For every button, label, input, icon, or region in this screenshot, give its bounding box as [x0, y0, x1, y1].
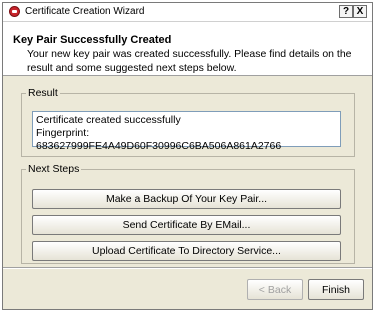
finish-button[interactable]: Finish: [308, 279, 364, 300]
fingerprint-text: Fingerprint: 683627999FE4A49D60F30996C6B…: [36, 127, 282, 152]
next-steps-group: Next Steps Make a Backup Of Your Key Pai…: [21, 163, 355, 264]
wizard-header: Key Pair Successfully Created Your new k…: [3, 22, 372, 76]
backup-key-pair-button[interactable]: Make a Backup Of Your Key Pair...: [32, 189, 341, 209]
send-certificate-email-button[interactable]: Send Certificate By EMail...: [32, 215, 341, 235]
close-button[interactable]: X: [353, 5, 367, 18]
result-status-text: Certificate created successfully: [36, 114, 181, 126]
certificate-app-icon: [9, 6, 20, 17]
page-title: Key Pair Successfully Created: [13, 34, 172, 46]
next-steps-legend: Next Steps: [28, 163, 80, 175]
help-button[interactable]: ?: [339, 5, 353, 18]
result-group: Result Certificate created successfully …: [21, 87, 355, 157]
upload-certificate-button[interactable]: Upload Certificate To Directory Service.…: [32, 241, 341, 261]
window-title: Certificate Creation Wizard: [25, 6, 145, 17]
result-text-box[interactable]: Certificate created successfully Fingerp…: [32, 111, 341, 152]
title-bar[interactable]: Certificate Creation Wizard ? X: [3, 3, 372, 22]
result-legend: Result: [28, 87, 58, 99]
wizard-dialog: Certificate Creation Wizard ? X Key Pair…: [2, 2, 373, 310]
back-button[interactable]: < Back: [247, 279, 303, 300]
footer-divider: [3, 267, 372, 269]
page-description: Your new key pair was created successful…: [27, 48, 352, 74]
